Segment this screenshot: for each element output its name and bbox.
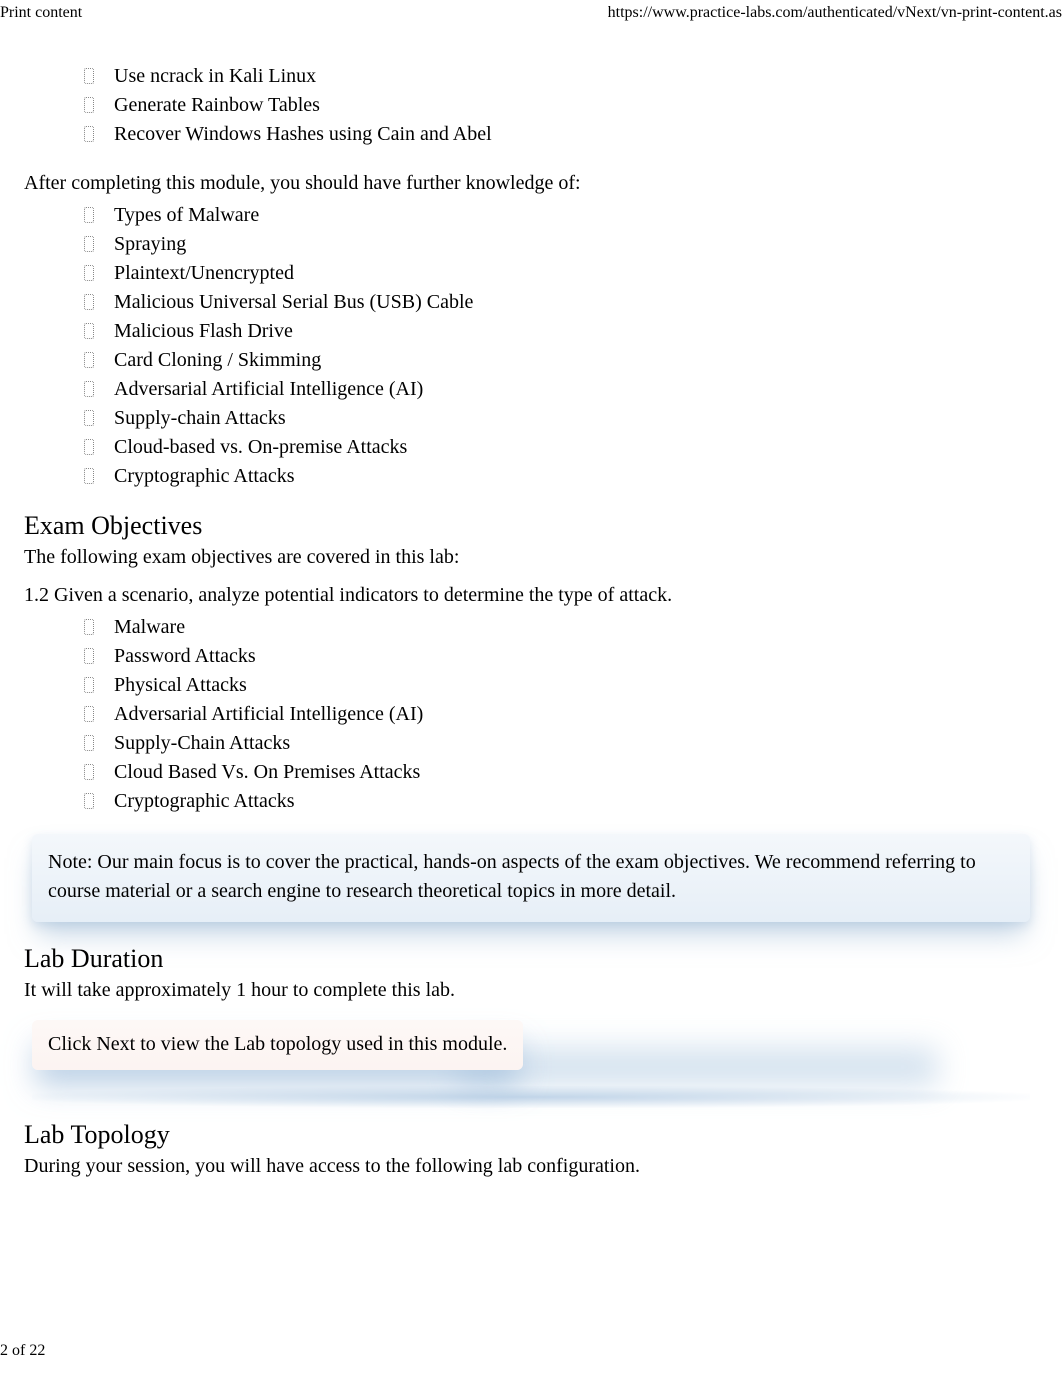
lab-duration-text: It will take approximately 1 hour to com… — [24, 976, 1038, 1004]
lab-duration-heading: Lab Duration — [24, 944, 1038, 974]
print-url: https://www.practice-labs.com/authentica… — [608, 4, 1062, 22]
exam-objective-line: 1.2 Given a scenario, analyze potential … — [24, 581, 1038, 609]
lab-topology-text: During your session, you will have acces… — [24, 1152, 1038, 1180]
exam-objectives-heading: Exam Objectives — [24, 511, 1038, 541]
list-item: Plaintext/Unencrypted — [84, 259, 1038, 288]
knowledge-list: Types of Malware Spraying Plaintext/Unen… — [24, 201, 1038, 491]
list-item: Generate Rainbow Tables — [84, 91, 1038, 120]
tasks-list: Use ncrack in Kali Linux Generate Rainbo… — [24, 62, 1038, 149]
list-item: Malicious Flash Drive — [84, 317, 1038, 346]
list-item: Malicious Universal Serial Bus (USB) Cab… — [84, 288, 1038, 317]
lab-topology-heading: Lab Topology — [24, 1120, 1038, 1150]
list-item: Supply-Chain Attacks — [84, 729, 1038, 758]
list-item: Recover Windows Hashes using Cain and Ab… — [84, 120, 1038, 149]
list-item: Password Attacks — [84, 642, 1038, 671]
list-item: Adversarial Artificial Intelligence (AI) — [84, 700, 1038, 729]
list-item: Cloud-based vs. On-premise Attacks — [84, 433, 1038, 462]
list-item: Physical Attacks — [84, 671, 1038, 700]
document-body: Use ncrack in Kali Linux Generate Rainbo… — [0, 22, 1062, 1180]
next-instruction-callout: Click Next to view the Lab topology used… — [32, 1020, 523, 1070]
list-item: Use ncrack in Kali Linux — [84, 62, 1038, 91]
list-item: Adversarial Artificial Intelligence (AI) — [84, 375, 1038, 404]
page-container: Print content https://www.practice-labs.… — [0, 0, 1062, 1376]
list-item: Cryptographic Attacks — [84, 787, 1038, 816]
page-number: 2 of 22 — [0, 1342, 45, 1360]
print-title: Print content — [0, 4, 82, 22]
print-header: Print content https://www.practice-labs.… — [0, 0, 1062, 22]
exam-items-list: Malware Password Attacks Physical Attack… — [24, 613, 1038, 816]
instruction-wrapper: Click Next to view the Lab topology used… — [24, 1008, 1038, 1094]
list-item: Cryptographic Attacks — [84, 462, 1038, 491]
list-item: Cloud Based Vs. On Premises Attacks — [84, 758, 1038, 787]
note-text: Note: Our main focus is to cover the pra… — [48, 851, 976, 902]
list-item: Types of Malware — [84, 201, 1038, 230]
list-item: Spraying — [84, 230, 1038, 259]
exam-intro: The following exam objectives are covere… — [24, 543, 1038, 571]
note-callout: Note: Our main focus is to cover the pra… — [32, 834, 1030, 922]
after-completing-text: After completing this module, you should… — [24, 169, 1038, 197]
list-item: Supply-chain Attacks — [84, 404, 1038, 433]
list-item: Malware — [84, 613, 1038, 642]
instruction-text: Click Next to view the Lab topology used… — [48, 1033, 507, 1055]
list-item: Card Cloning / Skimming — [84, 346, 1038, 375]
